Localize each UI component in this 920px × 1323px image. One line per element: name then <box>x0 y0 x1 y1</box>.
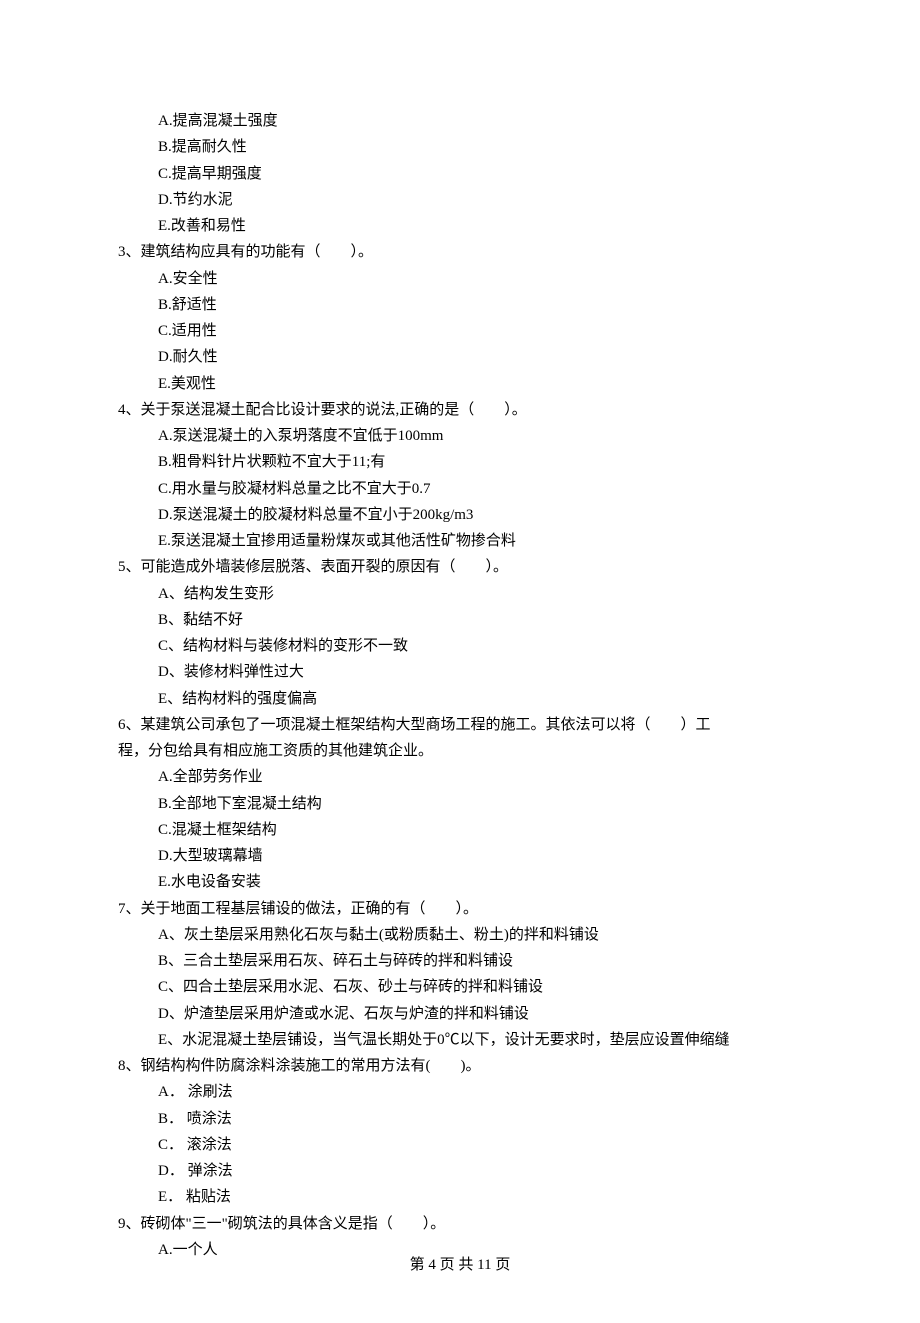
question-stem-continue: 程，分包给具有相应施工资质的其他建筑企业。 <box>118 738 802 764</box>
option-item: D.泵送混凝土的胶凝材料总量不宜小于200kg/m3 <box>118 502 802 528</box>
option-item: A.泵送混凝土的入泵坍落度不宜低于100mm <box>118 423 802 449</box>
option-item: B、黏结不好 <box>118 607 802 633</box>
option-item: A、结构发生变形 <box>118 581 802 607</box>
option-item: C.适用性 <box>118 318 802 344</box>
option-item: C.提高早期强度 <box>118 161 802 187</box>
option-item: B.全部地下室混凝土结构 <box>118 791 802 817</box>
option-item: C.混凝土框架结构 <box>118 817 802 843</box>
option-item: E.改善和易性 <box>118 213 802 239</box>
question-stem: 8、钢结构构件防腐涂料涂装施工的常用方法有( )。 <box>118 1053 802 1079</box>
option-item: B.提高耐久性 <box>118 134 802 160</box>
option-item: C． 滚涂法 <box>118 1132 802 1158</box>
page-footer: 第 4 页 共 11 页 <box>0 1252 920 1278</box>
option-item: A、灰土垫层采用熟化石灰与黏土(或粉质黏土、粉土)的拌和料铺设 <box>118 922 802 948</box>
option-item: B.舒适性 <box>118 292 802 318</box>
option-item: D.节约水泥 <box>118 187 802 213</box>
question-stem: 6、某建筑公司承包了一项混凝土框架结构大型商场工程的施工。其依法可以将（ ）工 <box>118 712 802 738</box>
option-item: B、三合土垫层采用石灰、碎石土与碎砖的拌和料铺设 <box>118 948 802 974</box>
option-item: A.全部劳务作业 <box>118 764 802 790</box>
option-item: C、结构材料与装修材料的变形不一致 <box>118 633 802 659</box>
option-item: E.美观性 <box>118 371 802 397</box>
option-item: C.用水量与胶凝材料总量之比不宜大于0.7 <box>118 476 802 502</box>
option-item: E、结构材料的强度偏高 <box>118 686 802 712</box>
option-item: E、水泥混凝土垫层铺设，当气温长期处于0℃以下，设计无要求时，垫层应设置伸缩缝 <box>118 1027 802 1053</box>
question-stem: 9、砖砌体"三一"砌筑法的具体含义是指（ ）。 <box>118 1211 802 1237</box>
option-item: D． 弹涂法 <box>118 1158 802 1184</box>
option-item: C、四合土垫层采用水泥、石灰、砂土与碎砖的拌和料铺设 <box>118 974 802 1000</box>
option-item: A.安全性 <box>118 266 802 292</box>
option-item: B.粗骨料针片状颗粒不宜大于11;有 <box>118 449 802 475</box>
option-item: E.水电设备安装 <box>118 869 802 895</box>
option-item: E． 粘贴法 <box>118 1184 802 1210</box>
question-stem: 4、关于泵送混凝土配合比设计要求的说法,正确的是（ ）。 <box>118 397 802 423</box>
question-stem: 5、可能造成外墙装修层脱落、表面开裂的原因有（ ）。 <box>118 554 802 580</box>
option-item: D、炉渣垫层采用炉渣或水泥、石灰与炉渣的拌和料铺设 <box>118 1001 802 1027</box>
option-item: D、装修材料弹性过大 <box>118 659 802 685</box>
content-area: A.提高混凝土强度B.提高耐久性C.提高早期强度D.节约水泥E.改善和易性3、建… <box>118 108 802 1263</box>
option-item: E.泵送混凝土宜掺用适量粉煤灰或其他活性矿物掺合料 <box>118 528 802 554</box>
question-stem: 3、建筑结构应具有的功能有（ ）。 <box>118 239 802 265</box>
option-item: A.提高混凝土强度 <box>118 108 802 134</box>
option-item: A． 涂刷法 <box>118 1079 802 1105</box>
option-item: D.大型玻璃幕墙 <box>118 843 802 869</box>
option-item: D.耐久性 <box>118 344 802 370</box>
page-container: A.提高混凝土强度B.提高耐久性C.提高早期强度D.节约水泥E.改善和易性3、建… <box>0 0 920 1323</box>
question-stem: 7、关于地面工程基层铺设的做法，正确的有（ ）。 <box>118 896 802 922</box>
option-item: B． 喷涂法 <box>118 1106 802 1132</box>
